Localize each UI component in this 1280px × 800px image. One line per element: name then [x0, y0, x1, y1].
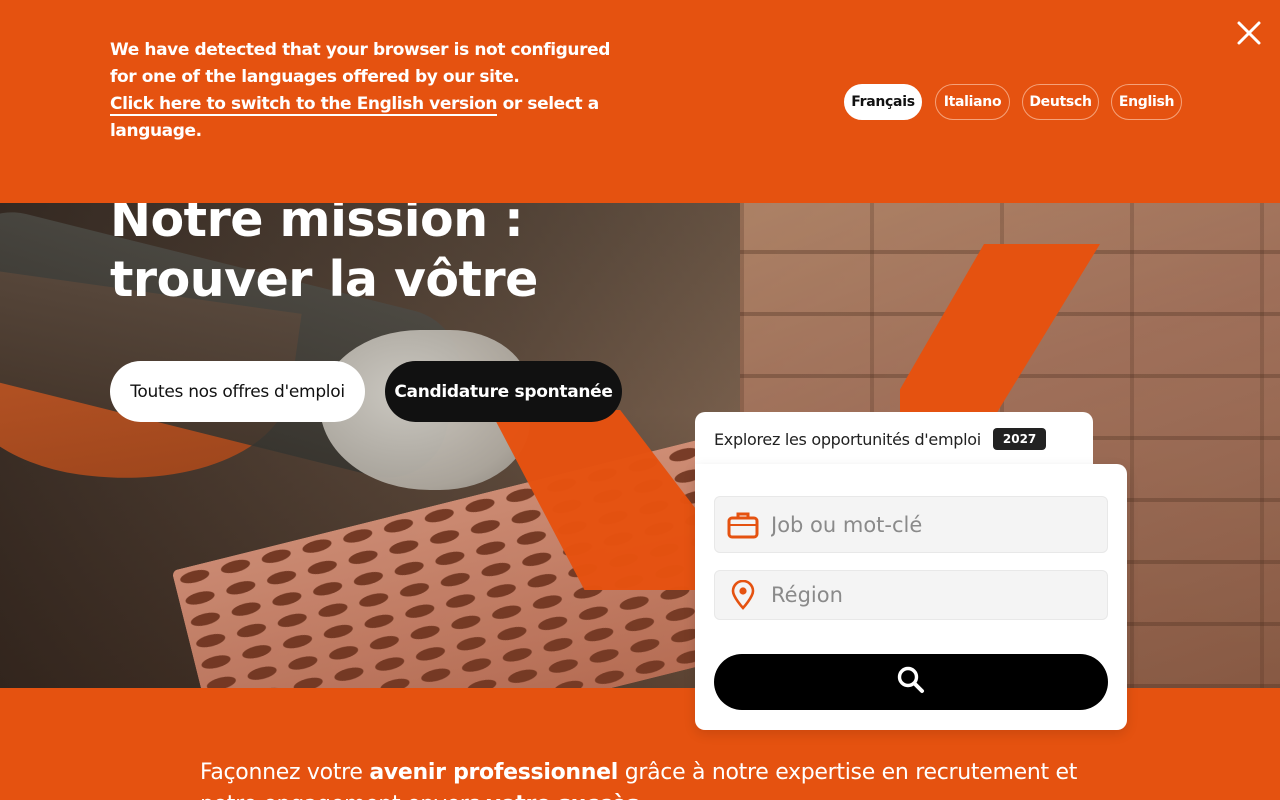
location-pin-icon	[715, 580, 771, 610]
language-banner: We have detected that your browser is no…	[0, 0, 1280, 203]
language-option-francais[interactable]: Français	[844, 84, 922, 120]
tagline: Façonnez votre avenir professionnel grâc…	[200, 757, 1100, 800]
language-banner-text: We have detected that your browser is no…	[110, 40, 610, 87]
language-option-italiano[interactable]: Italiano	[935, 84, 1010, 120]
search-card	[695, 464, 1127, 730]
search-submit-button[interactable]	[714, 654, 1108, 710]
search-card-tab: Explorez les opportunités d'emploi 2027	[695, 412, 1093, 472]
job-keyword-input[interactable]	[771, 512, 1091, 537]
tagline-part1: Façonnez votre	[200, 760, 370, 785]
all-jobs-button[interactable]: Toutes nos offres d'emploi	[110, 361, 365, 422]
year-badge: 2027	[992, 428, 1047, 450]
search-icon	[896, 665, 926, 699]
switch-to-english-link[interactable]: Click here to switch to the English vers…	[110, 94, 498, 116]
language-option-english[interactable]: English	[1111, 84, 1182, 120]
region-field[interactable]	[714, 570, 1108, 620]
region-input[interactable]	[771, 583, 1091, 607]
tagline-bold1: avenir professionnel	[369, 760, 618, 785]
tagline-part3: .	[639, 792, 646, 800]
search-card-title: Explorez les opportunités d'emploi	[714, 429, 981, 449]
close-icon[interactable]	[1234, 18, 1264, 48]
briefcase-icon	[715, 511, 771, 539]
spontaneous-application-button[interactable]: Candidature spontanée	[385, 361, 622, 422]
tagline-bold2: votre succès	[486, 792, 639, 800]
language-banner-message: We have detected that your browser is no…	[110, 37, 630, 145]
language-option-deutsch[interactable]: Deutsch	[1022, 84, 1099, 120]
hero-title-line2: trouver la vôtre	[110, 251, 538, 308]
job-keyword-field[interactable]	[714, 496, 1108, 553]
hero-title: Notre mission : trouver la vôtre	[110, 190, 538, 310]
